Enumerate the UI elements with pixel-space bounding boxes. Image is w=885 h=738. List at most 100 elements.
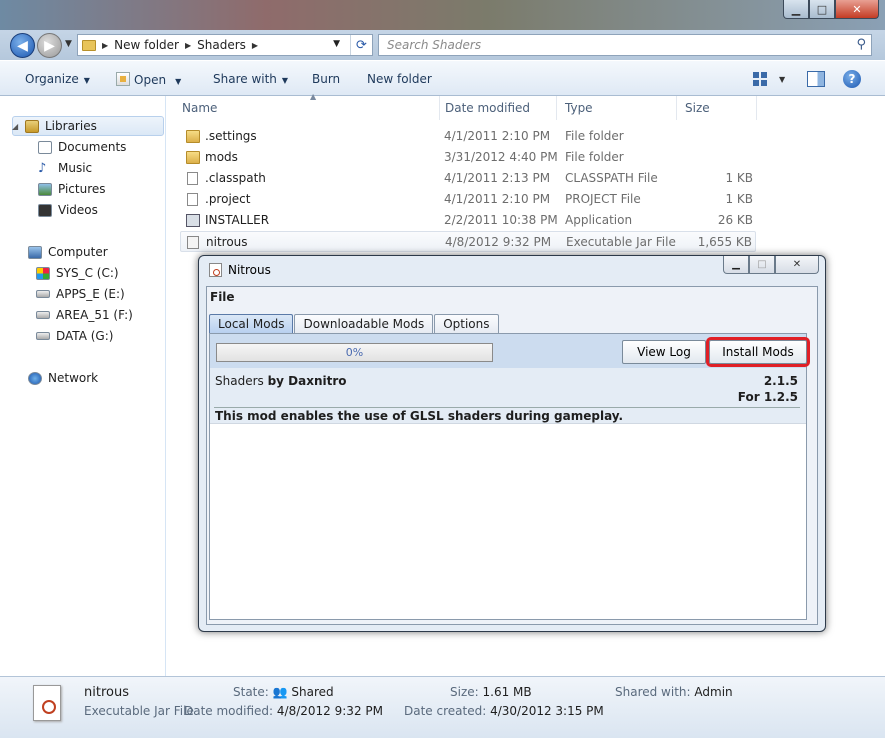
file-name: .settings (205, 129, 257, 143)
new-folder-button[interactable]: New folder (367, 72, 432, 86)
nav-network[interactable]: Network (28, 368, 98, 388)
nav-drive-f[interactable]: AREA_51 (F:) (36, 305, 133, 325)
nav-drive-e[interactable]: APPS_E (E:) (36, 284, 125, 304)
help-icon[interactable]: ? (843, 70, 861, 88)
nav-computer[interactable]: Computer (28, 242, 108, 262)
file-row[interactable]: .classpath 4/1/2011 2:13 PM CLASSPATH Fi… (180, 168, 756, 189)
change-view-icon[interactable] (752, 71, 772, 87)
file-row-selected[interactable]: nitrous 4/8/2012 9:32 PM Executable Jar … (180, 231, 756, 252)
search-icon[interactable]: ⚲ (856, 37, 866, 52)
drive-icon (36, 332, 50, 340)
preview-pane-icon[interactable] (807, 71, 825, 87)
file-type: Application (565, 213, 633, 227)
file-type: CLASSPATH File (565, 171, 658, 185)
install-mods-button[interactable]: Install Mods (706, 337, 810, 367)
nav-computer-label: Computer (48, 245, 108, 259)
back-button[interactable]: ◀ (10, 33, 35, 58)
menu-file[interactable]: File (210, 290, 235, 304)
file-size: 1 KB (725, 192, 753, 206)
application-icon (186, 214, 200, 227)
nav-libraries-label: Libraries (45, 119, 97, 133)
organize-button[interactable]: Organize ▼ (25, 72, 90, 86)
view-dropdown-icon[interactable]: ▼ (779, 75, 785, 84)
shared-users-icon: 👥 (272, 685, 288, 699)
close-button[interactable]: ✕ (835, 0, 879, 19)
chevron-down-icon: ▼ (83, 76, 90, 85)
tab-options[interactable]: Options (434, 314, 499, 333)
forward-button[interactable]: ▶ (37, 33, 62, 58)
share-with-button[interactable]: Share with ▼ (213, 72, 288, 86)
nav-documents[interactable]: Documents (38, 137, 126, 157)
file-type: Executable Jar File (566, 235, 676, 249)
file-name: .project (205, 192, 251, 206)
nav-music[interactable]: ♪ Music (38, 158, 92, 178)
search-placeholder: Search Shaders (387, 38, 482, 52)
search-input[interactable]: Search Shaders ⚲ (378, 34, 872, 56)
tab-local-mods[interactable]: Local Mods (209, 314, 294, 333)
nav-network-label: Network (48, 371, 99, 385)
chevron-right-icon[interactable]: ▶ (252, 41, 258, 50)
mod-game-version: For 1.2.5 (737, 390, 798, 404)
nitrous-window: Nitrous ▁ □ ✕ File Local Mods Downloadab… (198, 255, 826, 632)
file-row[interactable]: .settings 4/1/2011 2:10 PM File folder (180, 126, 756, 147)
mod-list-item[interactable]: Shaders by Daxnitro 2.1.5 For 1.2.5 This… (210, 368, 806, 424)
mod-description: This mod enables the use of GLSL shaders… (215, 409, 624, 423)
nitrous-window-controls: ▁ □ ✕ (723, 256, 819, 274)
chevron-down-icon[interactable]: ▼ (175, 77, 181, 86)
nav-drive-g[interactable]: DATA (G:) (36, 326, 113, 346)
breadcrumb-new-folder[interactable]: New folder (114, 38, 179, 52)
tab-downloadable-mods[interactable]: Downloadable Mods (294, 314, 434, 333)
folder-icon (186, 151, 200, 164)
details-state-label: State: (233, 685, 269, 699)
view-log-button[interactable]: View Log (622, 340, 706, 364)
column-type[interactable]: Type (557, 96, 677, 120)
chevron-right-icon[interactable]: ▶ (185, 41, 191, 50)
java-icon (209, 263, 222, 277)
jar-file-icon (187, 236, 199, 249)
refresh-icon[interactable]: ⟳ (350, 35, 372, 55)
nav-drive-c[interactable]: SYS_C (C:) (36, 263, 119, 283)
maximize-button[interactable]: □ (809, 0, 835, 19)
pictures-icon (38, 182, 52, 196)
expand-arrow-icon[interactable]: ◢ (12, 122, 18, 131)
chevron-right-icon[interactable]: ▶ (102, 41, 108, 50)
nav-libraries[interactable]: ◢ Libraries (12, 116, 164, 136)
burn-button[interactable]: Burn (312, 72, 340, 86)
column-size-label: Size (685, 101, 710, 115)
menu-bar: File (207, 287, 817, 306)
nitrous-client-area: File Local Mods Downloadable Mods Option… (206, 286, 818, 625)
breadcrumb-shaders[interactable]: Shaders (197, 38, 246, 52)
file-name: mods (205, 150, 238, 164)
column-date-modified[interactable]: Date modified (437, 96, 557, 120)
recent-pages-dropdown-icon[interactable]: ▼ (65, 39, 72, 49)
drive-icon (36, 311, 50, 319)
open-button[interactable]: Open ▼ (116, 72, 181, 87)
file-row[interactable]: INSTALLER 2/2/2011 10:38 PM Application … (180, 210, 756, 231)
videos-icon (38, 203, 52, 217)
nav-videos[interactable]: Videos (38, 200, 98, 220)
nav-pictures[interactable]: Pictures (38, 179, 106, 199)
file-row[interactable]: mods 3/31/2012 4:40 PM File folder (180, 147, 756, 168)
action-strip: 0% View Log Install Mods (210, 334, 810, 368)
column-name[interactable]: Name ▲ (174, 92, 440, 120)
nitrous-title-bar: Nitrous (209, 263, 271, 277)
details-state-value: Shared (291, 685, 334, 699)
file-size: 1 KB (725, 171, 753, 185)
file-name: INSTALLER (205, 213, 270, 227)
nitrous-close-button[interactable]: ✕ (775, 256, 819, 274)
minimize-button[interactable]: ▁ (783, 0, 809, 19)
mod-version: 2.1.5 (763, 374, 798, 388)
column-type-label: Type (565, 101, 593, 115)
file-size: 1,655 KB (697, 235, 752, 249)
details-date-modified: Date modified: 4/8/2012 9:32 PM (184, 704, 383, 718)
column-size[interactable]: Size (677, 96, 757, 120)
documents-icon (38, 140, 52, 154)
address-bar[interactable]: ▶ New folder ▶ Shaders ▶ ▼ ⟳ (77, 34, 373, 56)
progress-bar: 0% (216, 343, 493, 362)
address-dropdown-icon[interactable]: ▼ (333, 39, 340, 49)
nitrous-minimize-button[interactable]: ▁ (723, 256, 749, 274)
share-with-label: Share with (213, 72, 277, 86)
details-modified-value: 4/8/2012 9:32 PM (276, 704, 383, 718)
nitrous-maximize-button[interactable]: □ (749, 256, 775, 274)
file-row[interactable]: .project 4/1/2011 2:10 PM PROJECT File 1… (180, 189, 756, 210)
